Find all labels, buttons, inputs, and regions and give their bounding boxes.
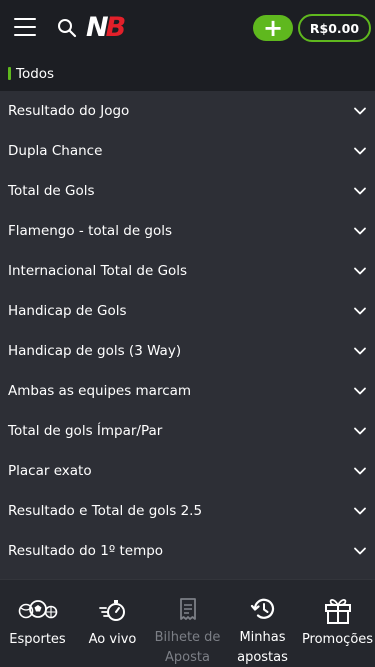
filter-active-indicator	[8, 67, 11, 80]
market-title: Resultado e Total de gols 2.5	[8, 503, 203, 519]
market-title: Total de gols Ímpar/Par	[8, 423, 163, 439]
chevron-down-icon	[354, 307, 366, 315]
nav-label: Esportes	[9, 632, 66, 647]
brand-logo[interactable]: NB	[86, 12, 127, 43]
nav-label: Ao vivo	[88, 632, 137, 647]
live-stopwatch-icon	[98, 596, 127, 624]
gift-icon	[323, 596, 353, 624]
market-row-ambas-as-equipes-marcam[interactable]: Ambas as equipes marcam	[0, 371, 375, 411]
market-row-total-de-gols[interactable]: Total de Gols	[0, 171, 375, 211]
market-row-handicap-de-gols[interactable]: Handicap de Gols	[0, 291, 375, 331]
chevron-down-icon	[354, 467, 366, 475]
market-row-flamengo-total-de-gols[interactable]: Flamengo - total de gols	[0, 211, 375, 251]
market-title: Ambas as equipes marcam	[8, 383, 192, 399]
market-row-dupla-chance[interactable]: Dupla Chance	[0, 131, 375, 171]
nav-label-line1: Minhas	[239, 630, 286, 645]
nav-label: Promoções	[301, 632, 374, 647]
betslip-receipt-icon	[178, 596, 198, 622]
chevron-down-icon	[354, 227, 366, 235]
filter-all-tab[interactable]: Todos	[16, 66, 54, 82]
deposit-button[interactable]: +	[253, 15, 293, 41]
history-clock-icon	[250, 596, 276, 622]
nav-bilhete-de-aposta[interactable]: Bilhete de Aposta	[150, 580, 225, 667]
market-row-handicap-de-gols-3-way[interactable]: Handicap de gols (3 Way)	[0, 331, 375, 371]
market-title: Dupla Chance	[8, 143, 103, 159]
nav-label-line2: Aposta	[165, 650, 210, 665]
chevron-down-icon	[354, 147, 366, 155]
market-title: Total de Gols	[8, 183, 95, 199]
nav-label-line2: apostas	[237, 650, 288, 665]
sports-balls-icon	[18, 596, 58, 624]
nav-ao-vivo[interactable]: Ao vivo	[75, 580, 150, 667]
chevron-down-icon	[354, 187, 366, 195]
market-title: Placar exato	[8, 463, 92, 479]
market-title: Handicap de Gols	[8, 303, 127, 319]
bottom-navigation: Esportes Ao vivo Bilhete de Aposta Minha…	[0, 579, 375, 667]
market-row-resultado-e-total-de-gols[interactable]: Resultado e Total de gols 2.5	[0, 491, 375, 531]
balance-button[interactable]: R$0.00	[298, 14, 371, 42]
chevron-down-icon	[354, 347, 366, 355]
menu-icon[interactable]	[14, 18, 36, 36]
market-row-placar-exato[interactable]: Placar exato	[0, 451, 375, 491]
market-title: Resultado do 1º tempo	[8, 543, 164, 559]
market-row-resultado-do-jogo[interactable]: Resultado do Jogo	[0, 91, 375, 131]
nav-minhas-apostas[interactable]: Minhas apostas	[225, 580, 300, 667]
nav-label-line1: Bilhete de	[154, 630, 221, 645]
market-filter-bar: Todos	[0, 56, 375, 91]
market-title: Handicap de gols (3 Way)	[8, 343, 182, 359]
market-row-resultado-do-1-tempo[interactable]: Resultado do 1º tempo	[0, 531, 375, 571]
chevron-down-icon	[354, 267, 366, 275]
search-icon[interactable]	[56, 17, 78, 39]
nav-esportes[interactable]: Esportes	[0, 580, 75, 667]
chevron-down-icon	[354, 547, 366, 555]
chevron-down-icon	[354, 427, 366, 435]
logo-letter-b: B	[105, 12, 127, 43]
logo-letter-n: N	[86, 12, 109, 43]
chevron-down-icon	[354, 387, 366, 395]
market-title: Flamengo - total de gols	[8, 223, 173, 239]
chevron-down-icon	[354, 507, 366, 515]
top-header: NB + R$0.00	[0, 0, 375, 56]
markets-list: Resultado do Jogo Dupla Chance Total de …	[0, 91, 375, 579]
market-row-total-de-gols-impar-par[interactable]: Total de gols Ímpar/Par	[0, 411, 375, 451]
market-title: Resultado do Jogo	[8, 103, 130, 119]
nav-promocoes[interactable]: Promoções	[300, 580, 375, 667]
market-title: Internacional Total de Gols	[8, 263, 188, 279]
chevron-down-icon	[354, 107, 366, 115]
market-row-internacional-total-de-gols[interactable]: Internacional Total de Gols	[0, 251, 375, 291]
